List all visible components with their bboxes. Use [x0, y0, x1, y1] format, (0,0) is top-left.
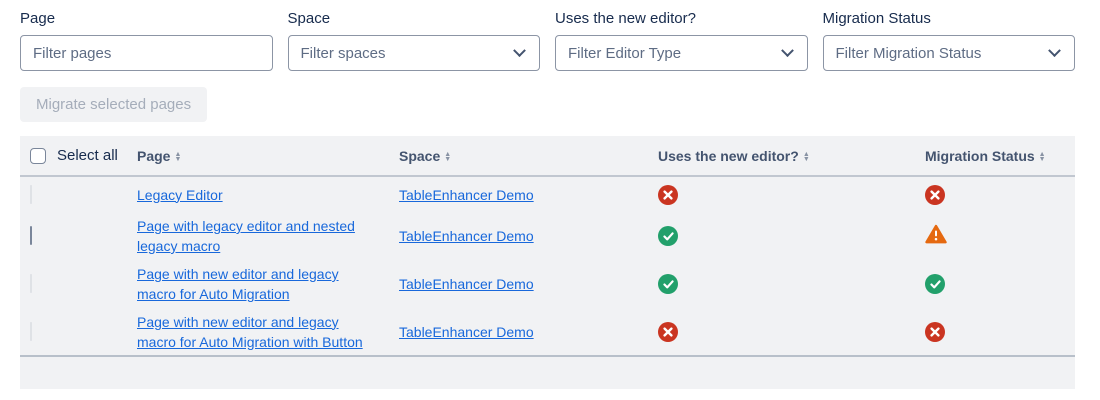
editor-type-filter-select[interactable]: Filter Editor Type — [555, 35, 808, 71]
page-filter-input[interactable] — [33, 45, 260, 62]
filter-space: Space Filter spaces — [288, 10, 541, 71]
filter-editor-type: Uses the new editor? Filter Editor Type — [555, 10, 808, 71]
page-link[interactable]: Page with legacy editor and nested legac… — [137, 218, 355, 254]
table-row: Legacy Editor TableEnhancer Demo — [20, 176, 1075, 212]
row-checkbox[interactable] — [30, 226, 32, 245]
row-checkbox — [30, 185, 32, 204]
page-link[interactable]: Page with new editor and legacy macro fo… — [137, 314, 363, 350]
success-status-icon — [658, 226, 678, 246]
editor-type-filter-value: Filter Editor Type — [568, 45, 681, 62]
space-link[interactable]: TableEnhancer Demo — [399, 187, 534, 203]
migrate-selected-pages-button[interactable]: Migrate selected pages — [20, 87, 207, 122]
space-link[interactable]: TableEnhancer Demo — [399, 324, 534, 340]
migration-status-filter-select[interactable]: Filter Migration Status — [823, 35, 1076, 71]
error-status-icon — [925, 185, 945, 205]
chevron-down-icon — [513, 44, 526, 57]
filter-editor-type-label: Uses the new editor? — [555, 10, 808, 27]
table-footer — [20, 357, 1075, 389]
space-link[interactable]: TableEnhancer Demo — [399, 228, 534, 244]
space-link[interactable]: TableEnhancer Demo — [399, 276, 534, 292]
sort-icon: ▲▼ — [803, 152, 810, 162]
filter-migration-status: Migration Status Filter Migration Status — [823, 10, 1076, 71]
column-header-page[interactable]: Page▲▼ — [137, 136, 399, 176]
table-header-row: Select all Page▲▼ Space▲▼ Uses the new e… — [20, 136, 1075, 176]
select-all-label: Select all — [57, 147, 118, 164]
migration-status-filter-value: Filter Migration Status — [836, 45, 982, 62]
filter-page: Page — [20, 10, 273, 71]
column-header-migration-status[interactable]: Migration Status▲▼ — [925, 136, 1075, 176]
pages-table: Select all Page▲▼ Space▲▼ Uses the new e… — [20, 136, 1075, 389]
table-row: Page with legacy editor and nested legac… — [20, 212, 1075, 260]
sort-icon: ▲▼ — [444, 152, 451, 162]
row-checkbox — [30, 322, 32, 341]
table-row: Page with new editor and legacy macro fo… — [20, 260, 1075, 308]
filter-migration-status-label: Migration Status — [823, 10, 1076, 27]
page-link[interactable]: Legacy Editor — [137, 187, 223, 203]
chevron-down-icon — [1048, 44, 1061, 57]
row-checkbox — [30, 274, 32, 293]
column-header-uses-new-editor[interactable]: Uses the new editor?▲▼ — [658, 136, 925, 176]
space-filter-select[interactable]: Filter spaces — [288, 35, 541, 71]
page-link[interactable]: Page with new editor and legacy macro fo… — [137, 266, 339, 302]
error-status-icon — [925, 322, 945, 342]
warning-status-icon — [925, 223, 947, 245]
select-all-checkbox[interactable] — [30, 148, 46, 164]
column-header-space[interactable]: Space▲▼ — [399, 136, 658, 176]
chevron-down-icon — [781, 44, 794, 57]
success-status-icon — [658, 274, 678, 294]
filter-page-label: Page — [20, 10, 273, 27]
table-row: Page with new editor and legacy macro fo… — [20, 308, 1075, 356]
error-status-icon — [658, 322, 678, 342]
error-status-icon — [658, 185, 678, 205]
success-status-icon — [925, 274, 945, 294]
filter-space-label: Space — [288, 10, 541, 27]
sort-icon: ▲▼ — [1039, 152, 1046, 162]
space-filter-value: Filter spaces — [301, 45, 386, 62]
filter-bar: Page Space Filter spaces Uses the new ed… — [0, 0, 1100, 71]
sort-icon: ▲▼ — [174, 152, 181, 162]
page-filter-input-box[interactable] — [20, 35, 273, 71]
